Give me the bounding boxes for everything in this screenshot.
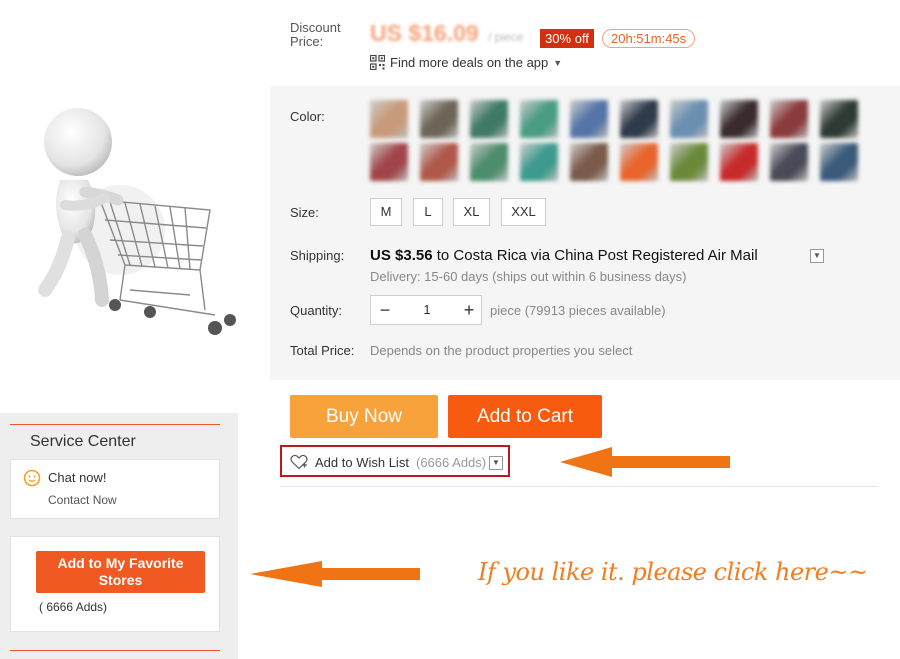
color-swatch[interactable]: [620, 100, 658, 138]
size-option-xxl[interactable]: XXL: [501, 198, 546, 226]
chat-now-link[interactable]: Chat now!: [48, 470, 107, 485]
discount-badge: 30% off: [540, 29, 594, 48]
total-price-note: Depends on the product properties you se…: [370, 343, 633, 358]
contact-now-link[interactable]: Contact Now: [48, 493, 117, 507]
color-swatch[interactable]: [370, 100, 408, 138]
size-option-m[interactable]: M: [370, 198, 402, 226]
app-deals-link[interactable]: Find more deals on the app ▼: [370, 55, 562, 70]
price-unit: / piece: [488, 30, 524, 44]
color-swatch[interactable]: [620, 143, 658, 181]
color-swatch[interactable]: [720, 143, 758, 181]
annotation-arrow-left-icon: [560, 447, 730, 477]
wish-list-dropdown-icon[interactable]: ▼: [489, 456, 503, 470]
size-label: Size:: [290, 205, 319, 220]
shipping-dropdown-icon[interactable]: ▼: [810, 249, 824, 263]
shipping-label: Shipping:: [290, 248, 345, 263]
quantity-label: Quantity:: [290, 303, 343, 318]
color-swatch[interactable]: [770, 100, 808, 138]
add-to-wish-list[interactable]: Add to Wish List (6666 Adds) ▼: [280, 445, 510, 477]
qr-code-icon: [370, 55, 385, 70]
divider: [10, 424, 220, 425]
divider: [10, 650, 220, 651]
shipping-info: US $3.56 to Costa Rica via China Post Re…: [370, 247, 758, 264]
color-swatch[interactable]: [820, 100, 858, 138]
color-swatch[interactable]: [470, 100, 508, 138]
color-swatch[interactable]: [770, 143, 808, 181]
app-deals-label: Find more deals on the app: [390, 55, 549, 70]
size-option-xl[interactable]: XL: [453, 198, 490, 226]
buy-now-button[interactable]: Buy Now: [290, 395, 438, 438]
wish-list-count: (6666 Adds): [416, 455, 487, 470]
color-label: Color:: [290, 109, 325, 124]
chat-smiley-icon: [23, 469, 41, 487]
favorite-store-box: Add to My Favorite Stores ( 6666 Adds): [10, 536, 220, 632]
shopping-cart-illustration: [38, 108, 236, 335]
delivery-estimate: Delivery: 15-60 days (ships out within 6…: [370, 269, 687, 284]
color-swatch[interactable]: [420, 100, 458, 138]
service-center-panel: Service Center Chat now! Contact Now Add…: [0, 413, 238, 659]
wish-list-label: Add to Wish List: [315, 455, 409, 470]
chat-now-box[interactable]: Chat now! Contact Now: [10, 459, 220, 519]
caret-down-icon: ▼: [553, 57, 563, 68]
heart-plus-icon: [290, 454, 308, 470]
color-swatch[interactable]: [520, 143, 558, 181]
color-swatch[interactable]: [420, 143, 458, 181]
quantity-decrease-button[interactable]: −: [371, 296, 399, 324]
countdown-timer: 20h:51m:45s: [602, 29, 696, 48]
service-center-title: Service Center: [30, 433, 136, 450]
color-swatch[interactable]: [720, 100, 758, 138]
product-options-panel: Color: Size: M L XL XXL Shipping: US $3.…: [270, 86, 900, 380]
quantity-availability: piece (79913 pieces available): [490, 303, 666, 318]
color-swatch[interactable]: [470, 143, 508, 181]
add-to-cart-button[interactable]: Add to Cart: [448, 395, 602, 438]
favorite-count: ( 6666 Adds): [39, 600, 108, 614]
total-price-label: Total Price:: [290, 343, 355, 358]
color-swatch[interactable]: [520, 100, 558, 138]
annotation-text: If you like it. please click here~~: [478, 558, 868, 586]
color-swatch[interactable]: [820, 143, 858, 181]
color-swatch[interactable]: [370, 143, 408, 181]
divider: [280, 486, 878, 487]
color-swatch[interactable]: [570, 143, 608, 181]
quantity-input[interactable]: 1: [399, 296, 455, 324]
color-swatch[interactable]: [670, 100, 708, 138]
discount-price-label: Discount Price:: [290, 20, 341, 49]
size-option-l[interactable]: L: [413, 198, 443, 226]
shipping-method: to Costa Rica via China Post Registered …: [432, 247, 758, 264]
add-to-favorite-stores-button[interactable]: Add to My Favorite Stores: [36, 551, 205, 593]
color-swatch[interactable]: [670, 143, 708, 181]
price-value: US $16.09: [370, 20, 479, 46]
color-swatch[interactable]: [570, 100, 608, 138]
quantity-stepper: − 1 +: [370, 295, 482, 325]
shipping-cost: US $3.56: [370, 247, 433, 264]
quantity-increase-button[interactable]: +: [455, 296, 483, 324]
annotation-arrow-left-icon: [250, 561, 420, 587]
